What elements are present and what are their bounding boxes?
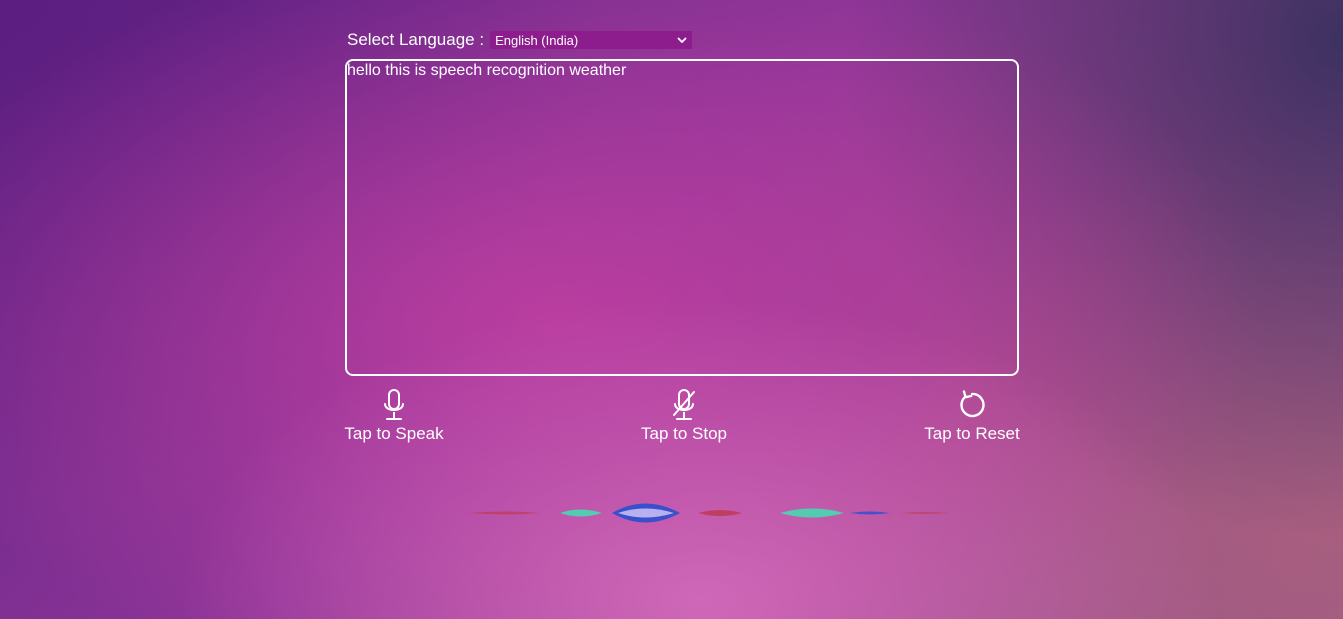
- wave-teal-right: [780, 508, 844, 518]
- wave-blue-right: [850, 511, 890, 515]
- wave-red-left: [470, 511, 540, 515]
- language-select-value: English (India): [495, 32, 579, 48]
- microphone-icon: [384, 389, 404, 420]
- stop-button[interactable]: Tap to Stop: [641, 388, 728, 444]
- audio-waveform-visualizer: [390, 503, 1000, 523]
- wave-red-center: [698, 510, 742, 516]
- language-selector-row: Select Language : English (India): [347, 29, 693, 51]
- reset-button[interactable]: Tap to Reset: [924, 388, 1020, 444]
- reset-icon: [960, 390, 985, 418]
- speak-button[interactable]: Tap to Speak: [344, 388, 444, 444]
- speak-button-label: Tap to Speak: [344, 424, 444, 443]
- microphone-off-icon: [673, 389, 695, 420]
- transcript-textarea[interactable]: hello this is speech recognition weather: [345, 59, 1019, 376]
- wave-teal-left: [560, 509, 602, 517]
- stop-button-label: Tap to Stop: [641, 424, 728, 443]
- language-select[interactable]: English (India): [490, 31, 693, 49]
- language-label: Select Language :: [347, 30, 485, 49]
- reset-button-label: Tap to Reset: [924, 424, 1020, 443]
- chevron-down-icon: [677, 37, 687, 43]
- wave-red-right: [900, 512, 950, 514]
- transcript-text: hello this is speech recognition weather: [347, 62, 627, 79]
